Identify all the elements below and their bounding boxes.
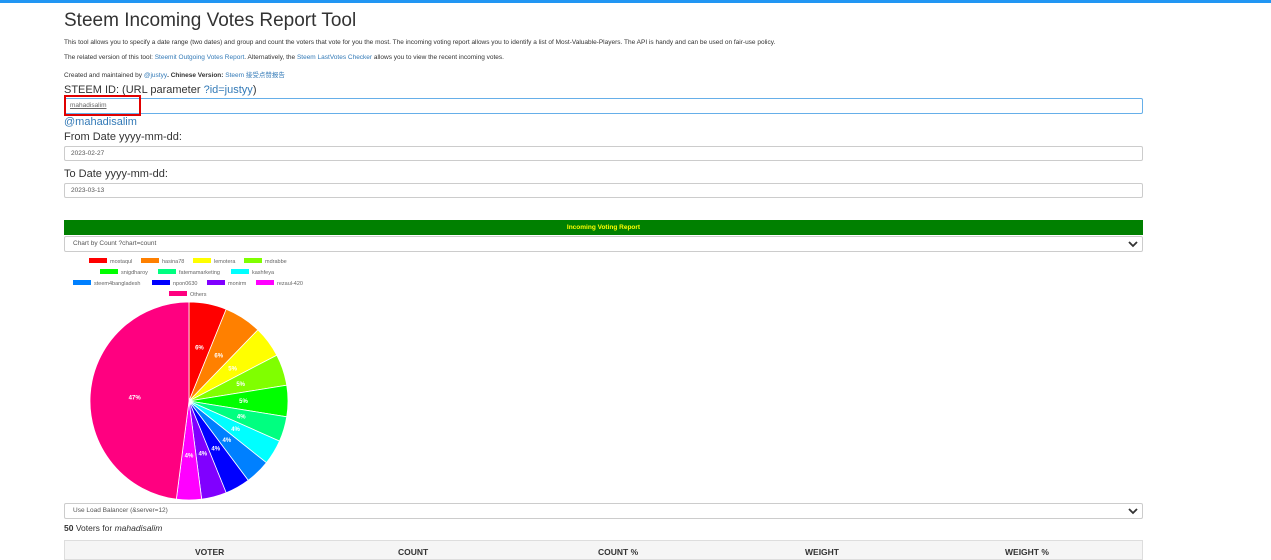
legend-swatch-rezaul-420 [256, 280, 274, 285]
chevron-down-icon [1128, 241, 1138, 248]
lastvotes-checker-link[interactable]: Steem LastVotes Checker [297, 54, 372, 61]
steem-id-profile-link[interactable]: @mahadisalim [64, 116, 137, 128]
pie-label-mdrabbe: 5% [236, 382, 245, 388]
server-value: Use Load Balancer (&server=12) [73, 507, 168, 514]
legend-label-rezaul-420: rezaul-420 [277, 281, 303, 287]
server-select[interactable]: Use Load Balancer (&server=12) [64, 503, 1143, 519]
col-weight[interactable]: WEIGHT [805, 547, 839, 557]
legend-swatch-mostaqul [89, 258, 107, 263]
legend-label-snigdharoy: snigdharoy [121, 270, 148, 276]
col-voter[interactable]: VOTER [195, 547, 224, 557]
pie-label-steem4bangladesh: 4% [223, 438, 232, 444]
page-title: Steem Incoming Votes Report Tool [64, 10, 357, 31]
legend-swatch-npon0630 [152, 280, 170, 285]
to-date-input[interactable]: 2023-03-13 [64, 183, 1143, 198]
col-count[interactable]: COUNT [398, 547, 428, 557]
voters-summary: 50 Voters for mahadisalim [64, 523, 163, 533]
pie-label-rezaul-420: 4% [185, 453, 194, 459]
legend-label-kashfeya: kashfeya [252, 270, 275, 276]
report-banner: Incoming Voting Report [64, 220, 1143, 235]
pie-label-kashfeya: 4% [231, 427, 240, 433]
chart-slices [89, 301, 289, 501]
legend-label-Others: Others [190, 292, 207, 298]
steem-id-input[interactable] [64, 98, 1143, 114]
pie-label-fatemamarketing: 4% [237, 414, 246, 420]
col-weight-pct[interactable]: WEIGHT % [1005, 547, 1049, 557]
created-text: Created and maintained by @justyy. Chine… [64, 72, 285, 79]
pie-label-Others: 47% [129, 396, 142, 402]
from-date-label: From Date yyyy-mm-dd: [64, 131, 182, 143]
legend-label-mdrabbe: mdrabbe [265, 259, 287, 265]
url-param-link[interactable]: ?id=justyy [204, 84, 253, 96]
pie-label-lemotera: 5% [228, 366, 237, 372]
col-count-pct[interactable]: COUNT % [598, 547, 638, 557]
legend-label-steem4bangladesh: steem4bangladesh [94, 281, 140, 287]
chart-type-select[interactable]: Chart by Count ?chart=count [64, 236, 1143, 252]
legend-swatch-snigdharoy [100, 269, 118, 274]
from-date-input[interactable]: 2023-02-27 [64, 146, 1143, 161]
legend-label-npon0630: npon0630 [173, 281, 197, 287]
related-text: The related version of this tool: Steemi… [64, 54, 504, 61]
legend-swatch-monirm [207, 280, 225, 285]
legend-swatch-kashfeya [231, 269, 249, 274]
pie-label-hasina78: 6% [214, 353, 223, 359]
outgoing-votes-link[interactable]: Steemit Outgoing Votes Report [155, 54, 245, 61]
chart-type-value: Chart by Count ?chart=count [73, 240, 157, 247]
intro-text: This tool allows you to specify a date r… [64, 39, 776, 46]
legend-label-monirm: monirm [228, 281, 247, 287]
chart-legend: mostaqul hasina78 lemotera mdrabbe snigdharo… [73, 258, 303, 298]
pie-label-mostaqul: 6% [195, 346, 204, 352]
pie-label-npon0630: 4% [211, 446, 220, 452]
pie-chart: mostaqul hasina78 lemotera mdrabbe snigdharo… [73, 258, 303, 501]
legend-swatch-Others [169, 291, 187, 296]
legend-swatch-fatemamarketing [158, 269, 176, 274]
legend-swatch-hasina78 [141, 258, 159, 263]
legend-label-lemotera: lemotera [214, 259, 236, 265]
top-accent-bar [0, 0, 1271, 3]
report-table-header: VOTER COUNT COUNT % WEIGHT WEIGHT % [64, 540, 1143, 560]
pie-label-snigdharoy: 5% [239, 399, 248, 405]
pie-label-monirm: 4% [198, 452, 207, 458]
legend-swatch-mdrabbe [244, 258, 262, 263]
chinese-version-link[interactable]: Steem 接受点赞报告 [225, 72, 285, 79]
legend-label-mostaqul: mostaqul [110, 259, 132, 265]
legend-label-hasina78: hasina78 [162, 259, 184, 265]
legend-swatch-lemotera [193, 258, 211, 263]
author-link[interactable]: @justyy [144, 72, 167, 79]
legend-swatch-steem4bangladesh [73, 280, 91, 285]
highlight-box [64, 95, 141, 116]
to-date-label: To Date yyyy-mm-dd: [64, 168, 168, 180]
legend-label-fatemamarketing: fatemamarketing [179, 270, 220, 276]
chevron-down-icon [1128, 508, 1138, 515]
